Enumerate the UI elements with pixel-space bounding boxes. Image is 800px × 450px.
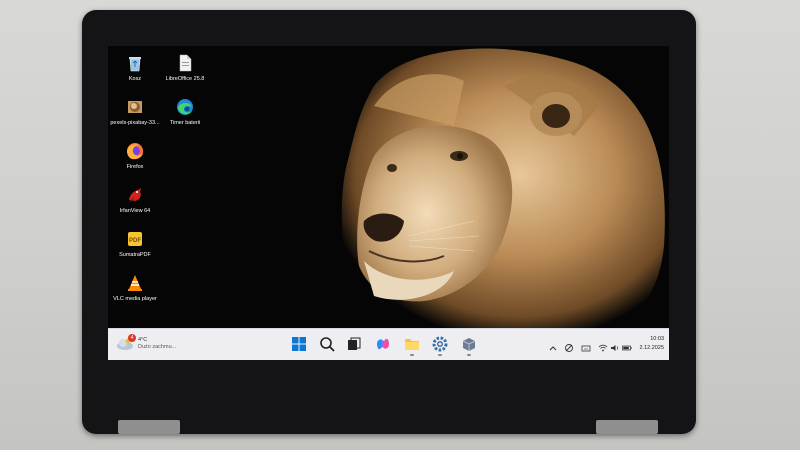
running-indicator (467, 354, 471, 356)
desktop-icon-sumatrapdf[interactable]: PDF SumatraPDF (108, 230, 166, 259)
clock-date: 2.12.2025 (639, 345, 664, 351)
wifi-icon (598, 344, 608, 352)
desktop-icon-label: LibreOffice 25.8 (165, 76, 205, 82)
vpn-icon (565, 344, 573, 352)
sumatrapdf-icon: PDF (128, 232, 142, 246)
irfanview-icon (129, 188, 141, 203)
lion-wallpaper (334, 46, 669, 328)
desktop-icon-label: SumatraPDF (119, 252, 151, 258)
keyboard-icon (581, 345, 591, 352)
clock[interactable]: 10:03 2.12.2025 (628, 335, 664, 353)
copilot-icon (377, 338, 389, 350)
volume-tray-icon[interactable] (610, 340, 620, 351)
file-explorer-icon (405, 339, 419, 350)
settings-icon (432, 336, 448, 352)
weather-condition: Dużo zachmu... (138, 344, 177, 350)
weather-widget[interactable]: 4 4°C Dużo zachmu... (116, 334, 186, 356)
chevron-up-icon (549, 346, 557, 351)
taskbar: 4 4°C Dużo zachmu... 10:03 2.12.2025 (108, 328, 669, 360)
settings-button[interactable] (431, 335, 449, 356)
desktop-icon-label: Kosz (128, 76, 142, 82)
start-button[interactable] (290, 335, 308, 353)
weather-badge: 4 (128, 334, 136, 342)
weather-temp: 4°C (138, 337, 148, 343)
desktop-icon-label: Timer baterii (169, 120, 201, 126)
desktop-icon-firefox[interactable]: Firefox (108, 142, 166, 171)
file-explorer-button[interactable] (403, 335, 421, 356)
clock-time: 10:03 (650, 336, 664, 342)
task-view-button[interactable] (345, 335, 363, 353)
show-hidden-icons-button[interactable] (548, 340, 558, 351)
vlc-icon (128, 275, 142, 291)
desktop-icon-vlc[interactable]: VLC media player (108, 274, 166, 303)
desktop-icon-label: Firefox (126, 164, 144, 170)
search-icon (320, 337, 335, 352)
desktop-icon-battery-timer[interactable]: Timer baterii (154, 98, 216, 127)
firefox-icon (127, 143, 143, 160)
desktop-icon-label: IrfanView 64 (119, 208, 151, 214)
copilot-button[interactable] (374, 335, 392, 353)
task-view-icon (348, 337, 361, 350)
hinge-left (118, 420, 180, 434)
running-indicator (410, 354, 414, 356)
image-file-icon (128, 101, 142, 113)
start-icon (292, 337, 306, 351)
search-button[interactable] (318, 335, 336, 353)
wifi-tray-icon[interactable] (598, 340, 608, 352)
svg-text:PDF: PDF (129, 238, 141, 244)
edge-icon (177, 99, 193, 115)
vpn-tray-icon[interactable] (564, 340, 574, 352)
hinge-right (596, 420, 658, 434)
desktop-icon-irfanview[interactable]: IrfanView 64 (108, 186, 166, 215)
running-indicator (438, 354, 442, 356)
app-icon (462, 338, 476, 351)
app-button[interactable] (460, 335, 478, 356)
volume-icon (611, 345, 619, 351)
desktop-icon-label: pexels-pixabay-33... (110, 120, 160, 126)
libreoffice-icon (179, 54, 192, 72)
keyboard-tray-icon[interactable] (581, 340, 591, 352)
desktop-screen: Kosz LibreOffice 25.8 pexels-pixabay-33.… (108, 46, 669, 360)
desktop-icon-libreoffice[interactable]: LibreOffice 25.8 (154, 54, 216, 83)
recycle-bin-icon (129, 57, 141, 72)
desktop-icon-label: VLC media player (113, 296, 157, 302)
